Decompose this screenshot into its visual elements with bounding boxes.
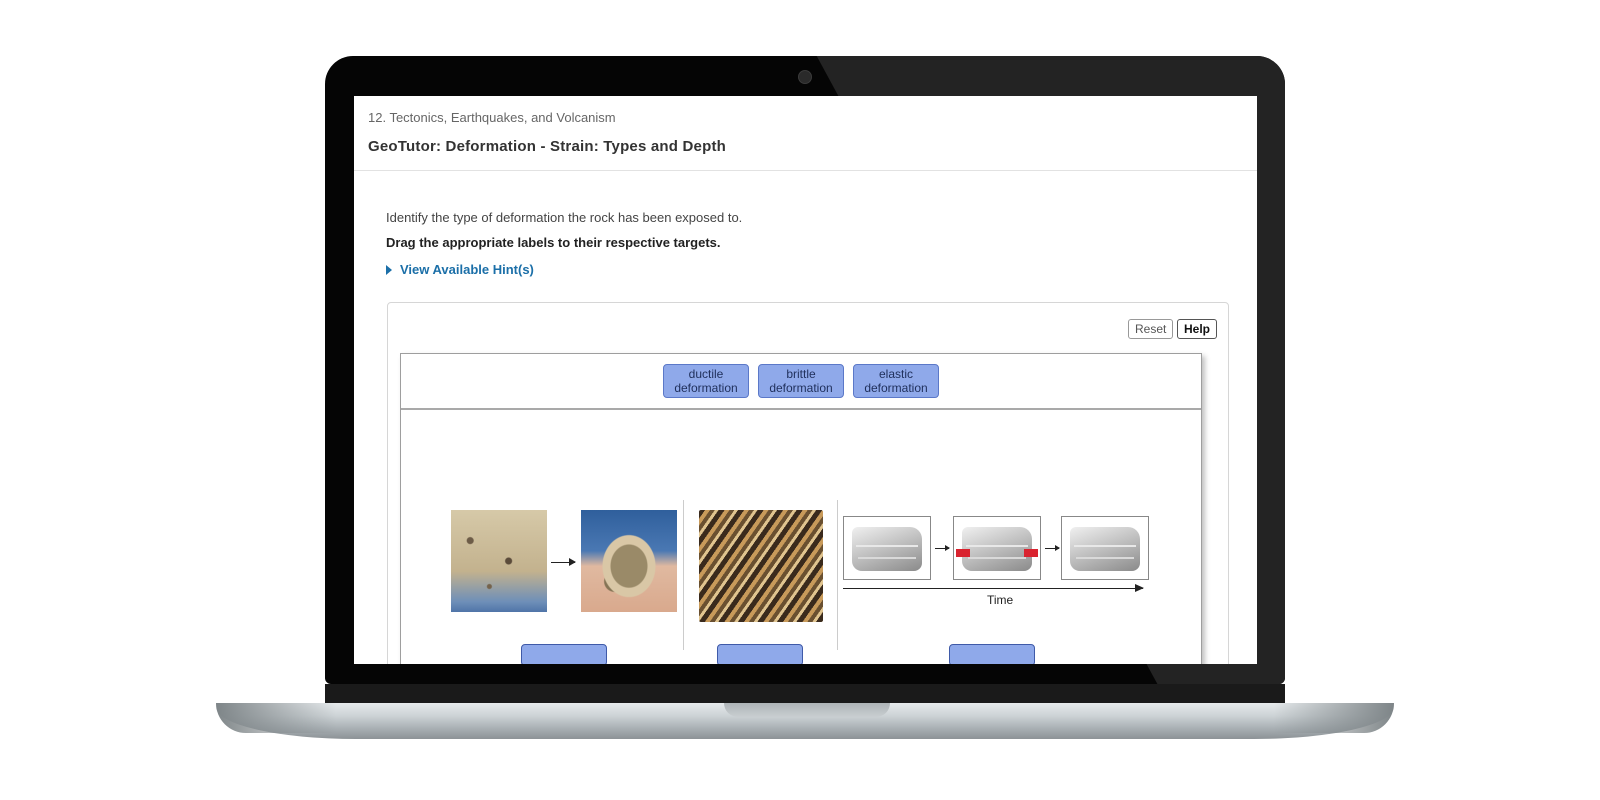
label-brittle-deformation[interactable]: brittle deformation	[758, 364, 844, 398]
drop-target-2[interactable]	[717, 644, 803, 664]
folded-rock-photo	[699, 510, 823, 622]
label-text-line1: elastic	[878, 367, 913, 381]
laptop-hinge	[325, 684, 1285, 704]
rock-restored-diagram	[1061, 516, 1149, 580]
view-hints-link[interactable]: View Available Hint(s)	[386, 262, 534, 277]
time-axis-label: Time	[987, 593, 1014, 607]
view-hints-label: View Available Hint(s)	[400, 262, 534, 277]
scene-divider	[683, 500, 684, 650]
arrow-right-icon	[1045, 545, 1060, 551]
drag-drop-workspace: ductile deformation brittle deformation el…	[400, 353, 1202, 664]
label-text-line1: ductile	[688, 367, 724, 381]
activity-panel: Reset Help ductile deformation brittle def…	[387, 302, 1229, 664]
label-text-line1: brittle	[786, 367, 816, 381]
rock-original-diagram	[843, 516, 931, 580]
header-divider	[354, 170, 1257, 171]
label-text-line2: deformation	[769, 381, 833, 395]
arrow-right-icon	[935, 545, 950, 551]
breadcrumb: 12. Tectonics, Earthquakes, and Volcanis…	[368, 110, 616, 125]
label-bank: ductile deformation brittle deformation el…	[401, 354, 1201, 410]
rock-stressed-diagram	[953, 516, 1041, 580]
stress-arrow-icon	[1024, 549, 1038, 557]
caret-right-icon	[386, 264, 392, 275]
label-text-line2: deformation	[864, 381, 928, 395]
label-elastic-deformation[interactable]: elastic deformation	[853, 364, 939, 398]
page-title: GeoTutor: Deformation - Strain: Types an…	[368, 138, 727, 155]
laptop-base-shade-left	[216, 703, 336, 733]
stress-arrow-icon	[956, 549, 970, 557]
rock-before-photo	[451, 510, 547, 612]
help-button[interactable]: Help	[1177, 319, 1218, 339]
reset-button[interactable]: Reset	[1128, 319, 1174, 339]
laptop-base-shade-right	[1274, 703, 1394, 733]
question-instruction: Drag the appropriate labels to their res…	[386, 235, 721, 250]
label-text-line2: deformation	[674, 381, 738, 395]
scene-divider	[837, 500, 838, 650]
arrow-right-icon	[551, 558, 576, 566]
question-prompt: Identify the type of deformation the roc…	[386, 210, 743, 225]
laptop-notch	[724, 703, 890, 717]
label-ductile-deformation[interactable]: ductile deformation	[663, 364, 749, 398]
time-axis-arrow	[843, 584, 1144, 592]
drop-target-1[interactable]	[521, 644, 607, 664]
rock-after-photo	[581, 510, 677, 612]
drop-target-3[interactable]	[949, 644, 1035, 664]
webcam-icon	[798, 70, 812, 84]
browser-screen: 12. Tectonics, Earthquakes, and Volcanis…	[354, 96, 1257, 664]
